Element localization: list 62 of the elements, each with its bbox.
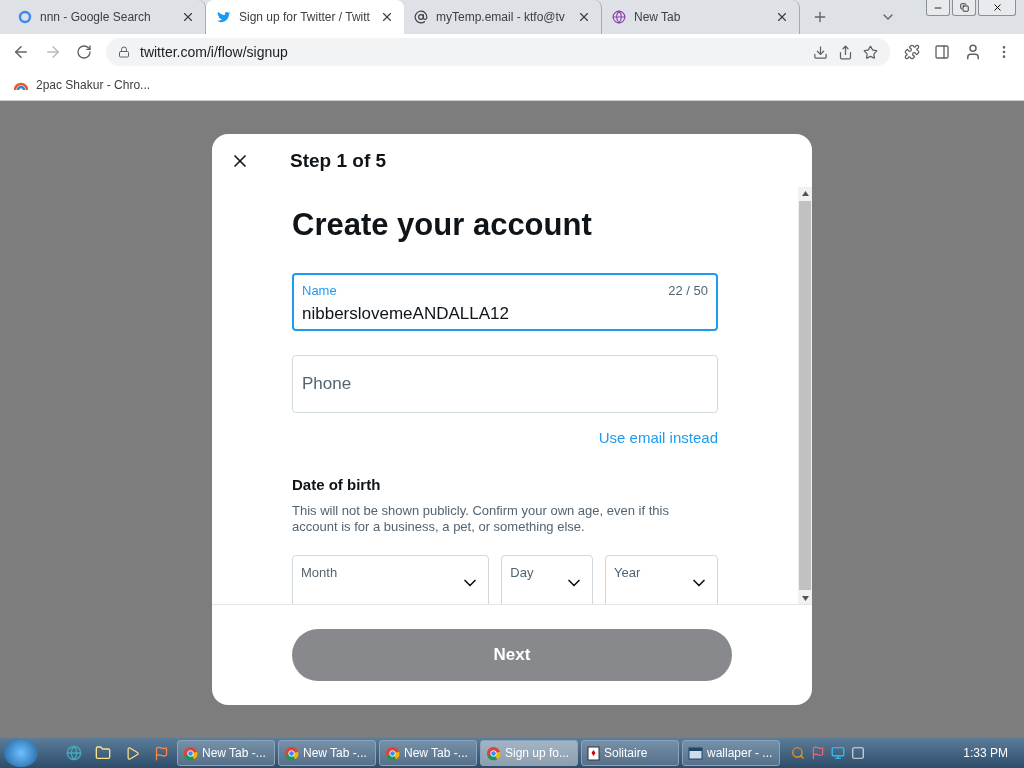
field-value: nibberslovemeANDALLA12	[302, 304, 510, 324]
field-label: Name	[302, 283, 337, 298]
restore-icon	[959, 3, 969, 12]
browser-tab[interactable]: Sign up for Twitter / Twitt	[206, 0, 404, 34]
close-icon[interactable]	[577, 10, 591, 24]
section-title: Date of birth	[292, 476, 382, 493]
scroll-down-icon[interactable]	[801, 595, 809, 601]
taskbar-button[interactable]: New Tab -...	[278, 740, 376, 766]
cards-icon	[587, 745, 600, 761]
dropdown[interactable]: Day	[501, 555, 594, 604]
browser-tab[interactable]: myTemp.email - ktfo@tv	[404, 0, 602, 34]
taskbar-button[interactable]: New Tab -...	[379, 740, 477, 766]
step-indicator: Step 1 of 5	[290, 149, 387, 172]
character-counter: 22 / 50	[668, 283, 708, 298]
taskbar-button[interactable]: Solitaire	[581, 740, 679, 766]
side-panel-icon[interactable]	[934, 44, 950, 60]
media-icon[interactable]	[124, 745, 140, 761]
chrome-icon	[486, 745, 501, 761]
close-icon	[991, 2, 1003, 13]
chrome-icon	[385, 745, 400, 761]
chrome-icon	[284, 745, 299, 761]
restore-button[interactable]	[952, 0, 976, 16]
scrollbar[interactable]	[798, 187, 812, 604]
close-icon[interactable]	[181, 10, 195, 24]
clock: 1:33 PM	[963, 746, 1009, 760]
bookmark[interactable]: 2pac Shakur - Chro...	[14, 78, 151, 92]
input-field[interactable]: Phone	[292, 355, 718, 413]
browser-tab[interactable]: New Tab	[602, 0, 800, 34]
close-icon[interactable]	[775, 10, 789, 24]
window-icon	[688, 746, 703, 760]
at-sign-icon	[414, 10, 428, 24]
dropdown[interactable]: Month	[292, 555, 490, 604]
search-icon[interactable]	[791, 746, 805, 760]
monitor-icon[interactable]	[831, 746, 845, 760]
flag-icon[interactable]	[153, 745, 169, 761]
chrome-icon	[183, 745, 198, 761]
help-text: This will not be shown publicly. Confirm your own age, even if this account is for a business, a pet, or something else.	[292, 503, 670, 535]
scroll-up-icon[interactable]	[801, 190, 809, 196]
close-icon[interactable]	[380, 10, 394, 24]
lock-icon	[118, 46, 130, 58]
input-field[interactable]: Name nibberslovemeANDALLA12 22 / 50	[292, 273, 718, 331]
reload-icon[interactable]	[76, 44, 92, 60]
field-placeholder: Phone	[302, 374, 353, 394]
start-button[interactable]	[4, 739, 38, 767]
new-tab-icon[interactable]	[812, 9, 828, 25]
back-icon[interactable]	[12, 43, 30, 61]
close-window-button[interactable]	[978, 0, 1016, 16]
bird-icon	[216, 10, 231, 24]
address-bar[interactable]: twitter.com/i/flow/signup	[106, 38, 890, 66]
taskbar-button[interactable]: New Tab -...	[177, 740, 275, 766]
profile-icon[interactable]	[964, 43, 982, 61]
browser-icon[interactable]	[66, 745, 82, 761]
share-icon[interactable]	[838, 44, 853, 60]
download-icon[interactable]	[813, 44, 828, 60]
dialog-heading: Create your account	[292, 207, 593, 243]
dropdown[interactable]: Year	[605, 555, 718, 604]
globe-icon	[612, 10, 626, 24]
star-icon[interactable]	[863, 44, 878, 60]
folder-icon[interactable]	[95, 745, 111, 761]
minimize-button[interactable]	[926, 0, 950, 16]
taskbar-button[interactable]: wallaper - ...	[682, 740, 780, 766]
extensions-icon[interactable]	[904, 44, 920, 60]
